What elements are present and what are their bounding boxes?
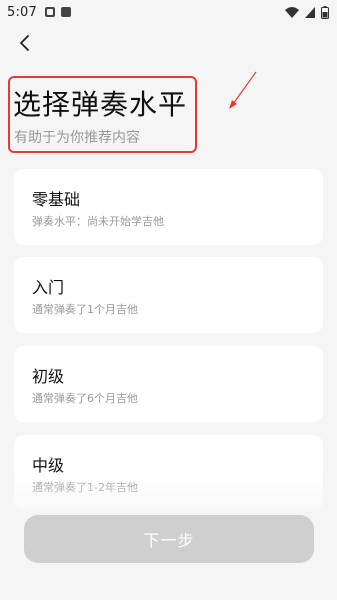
back-button[interactable] (12, 30, 38, 56)
annotation-arrow-icon (229, 71, 257, 109)
notification-icon (45, 7, 55, 17)
page-subtitle: 有助于为你推荐内容 (14, 130, 140, 146)
status-icons (285, 5, 329, 19)
level-name: 入门 (32, 278, 65, 297)
wifi-icon (285, 6, 299, 18)
page-title: 选择弹奏水平 (13, 88, 188, 121)
status-time: 5:07 (7, 4, 37, 20)
app-notification-icon (61, 7, 71, 17)
level-card-beginner-zero[interactable]: 零基础 弹奏水平：尚未开始学吉他 (14, 169, 323, 245)
level-name: 初级 (32, 367, 65, 386)
level-card-intermediate[interactable]: 中级 通常弹奏了1-2年吉他 (14, 435, 323, 511)
bottom-area (0, 585, 337, 600)
level-card-elementary[interactable]: 初级 通常弹奏了6个月吉他 (14, 346, 323, 422)
next-button[interactable]: 下一步 (24, 515, 314, 563)
level-card-entry[interactable]: 入门 通常弹奏了1个月吉他 (14, 257, 323, 333)
level-description: 通常弹奏了1-2年吉他 (32, 481, 138, 494)
level-name: 零基础 (32, 190, 81, 209)
level-description: 弹奏水平：尚未开始学吉他 (32, 215, 164, 228)
signal-icon (305, 6, 315, 18)
chevron-left-icon (20, 35, 29, 51)
level-description: 通常弹奏了1个月吉他 (32, 303, 138, 316)
level-name: 中级 (32, 456, 65, 475)
status-bar: 5:07 (0, 0, 337, 24)
level-description: 通常弹奏了6个月吉他 (32, 392, 138, 405)
battery-icon (321, 5, 329, 19)
